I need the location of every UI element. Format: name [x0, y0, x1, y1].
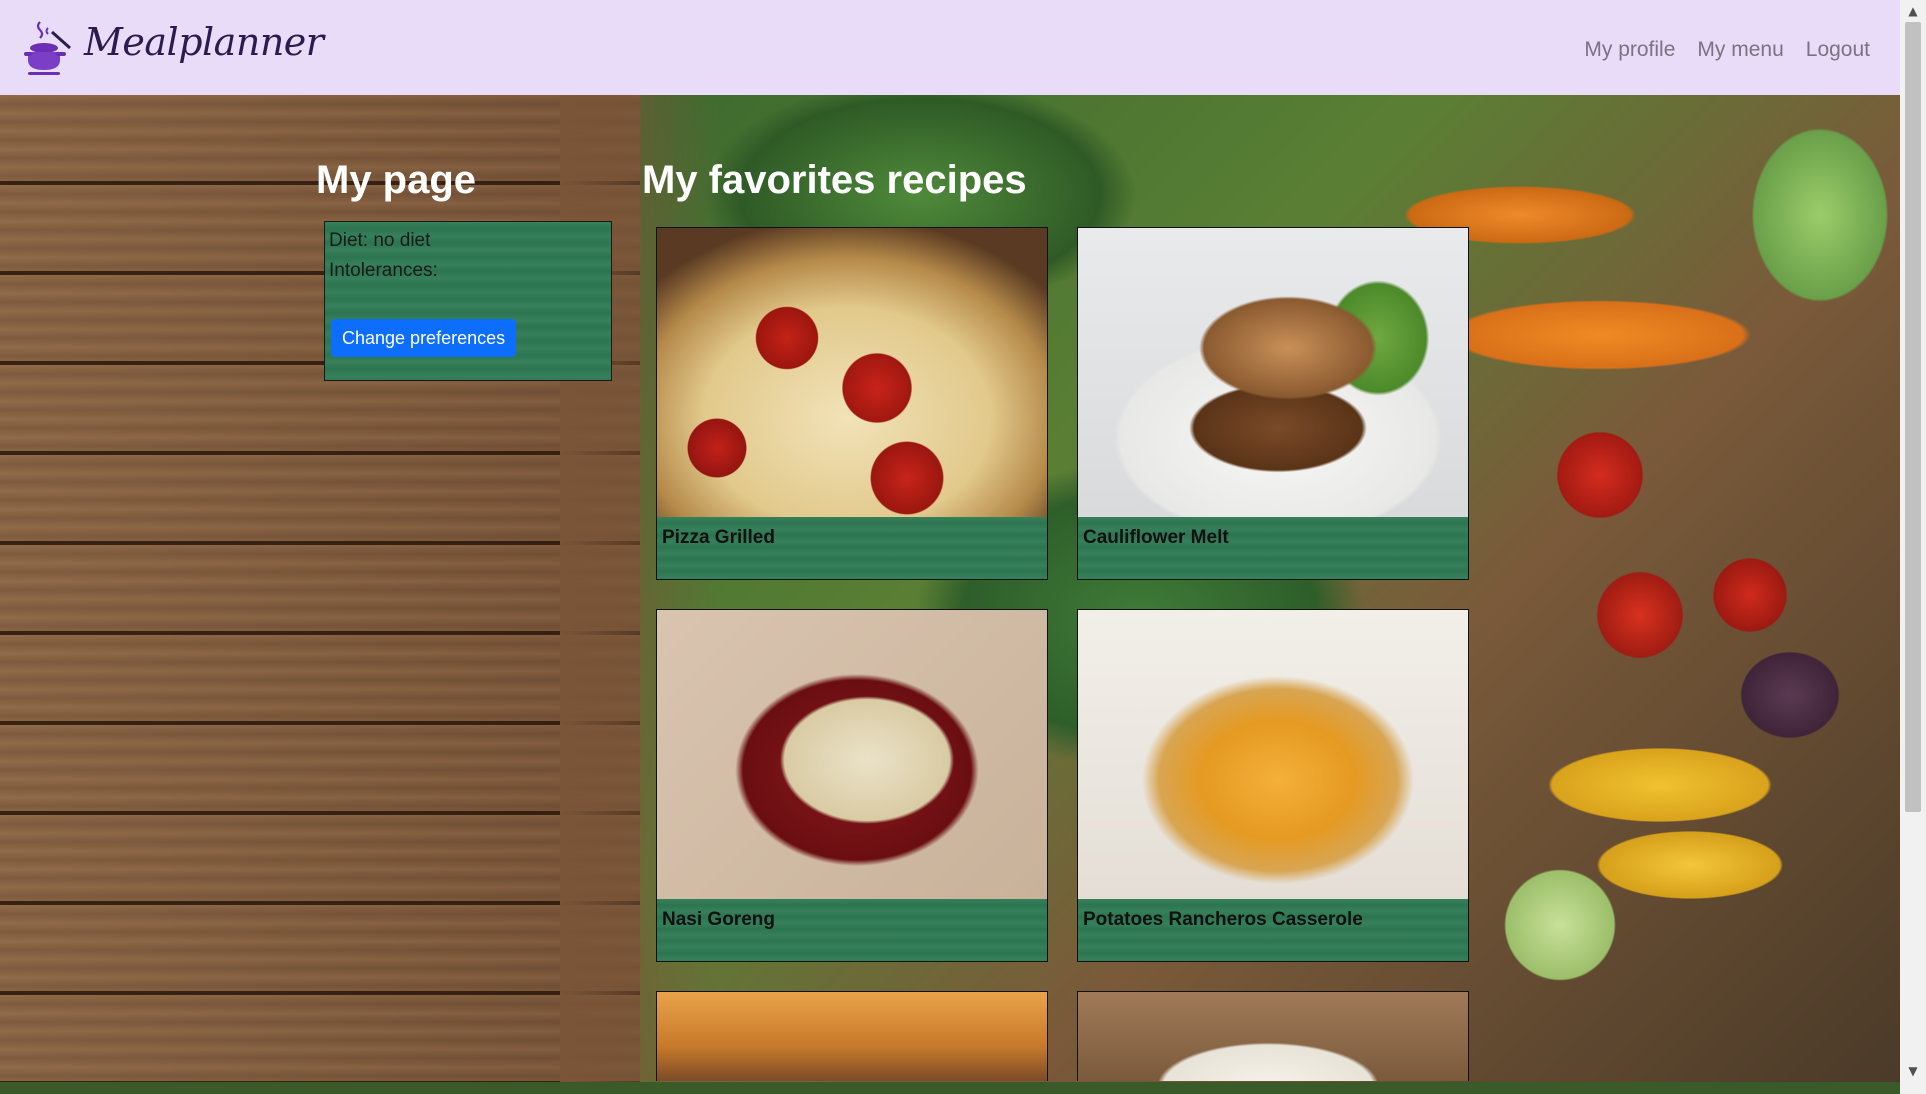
recipe-card[interactable]: Pizza Grilled	[656, 227, 1048, 580]
recipe-image[interactable]	[657, 992, 1047, 1081]
nav-my-menu[interactable]: My menu	[1697, 38, 1783, 62]
recipe-card[interactable]	[656, 991, 1048, 1081]
top-navbar: Mealplanner My profile My menu Logout	[0, 0, 1900, 95]
recipe-image[interactable]	[1078, 992, 1468, 1081]
recipe-image[interactable]	[1078, 228, 1468, 517]
recipe-card[interactable]: Potatoes Rancheros Casserole	[1077, 609, 1469, 962]
recipe-title-bar: Nasi Goreng	[657, 899, 1047, 961]
intolerances-text: Intolerances:	[329, 260, 438, 281]
scroll-down-arrow-icon[interactable]: ▼	[1900, 1060, 1926, 1082]
recipe-title[interactable]: Cauliflower Melt	[1083, 527, 1229, 549]
recipe-image[interactable]	[657, 228, 1047, 517]
recipe-image[interactable]	[1078, 610, 1468, 899]
recipe-image[interactable]	[657, 610, 1047, 899]
scroll-up-arrow-icon[interactable]: ▲	[1900, 0, 1926, 22]
vertical-scrollbar[interactable]: ▲ ▼	[1900, 0, 1926, 1094]
profile-panel: Diet: no diet Intolerances: Change prefe…	[324, 221, 612, 381]
change-preferences-button[interactable]: Change preferences	[331, 319, 517, 357]
recipe-title[interactable]: Pizza Grilled	[662, 527, 775, 549]
recipe-title[interactable]: Potatoes Rancheros Casserole	[1083, 909, 1363, 931]
nav-links: My profile My menu Logout	[1584, 38, 1870, 62]
recipe-title-bar: Potatoes Rancheros Casserole	[1078, 899, 1468, 961]
nav-my-profile[interactable]: My profile	[1584, 38, 1675, 62]
brand-name[interactable]: Mealplanner	[84, 20, 324, 64]
nav-logout[interactable]: Logout	[1806, 38, 1870, 62]
my-page-heading: My page	[316, 158, 477, 202]
recipe-title-bar: Cauliflower Melt	[1078, 517, 1468, 579]
scrollbar-thumb[interactable]	[1905, 22, 1921, 812]
recipe-card[interactable]	[1077, 991, 1469, 1081]
favorites-heading: My favorites recipes	[642, 158, 1027, 202]
recipe-title-bar: Pizza Grilled	[657, 517, 1047, 579]
recipe-title[interactable]: Nasi Goreng	[662, 909, 775, 931]
recipe-card[interactable]: Nasi Goreng	[656, 609, 1048, 962]
bottom-strip	[0, 1082, 1900, 1094]
diet-text: Diet: no diet	[329, 230, 431, 251]
recipe-card[interactable]: Cauliflower Melt	[1077, 227, 1469, 580]
cooking-pot-icon[interactable]	[22, 18, 74, 76]
